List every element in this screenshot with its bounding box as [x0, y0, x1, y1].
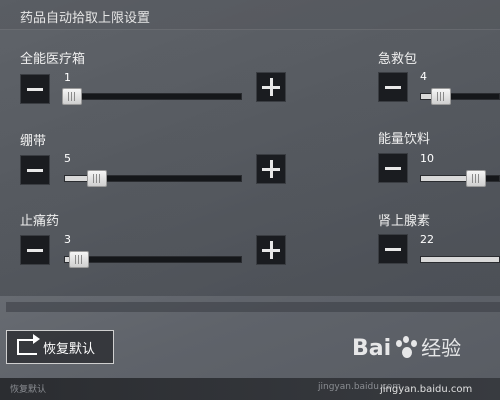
slider-thumb[interactable] — [430, 88, 451, 105]
item-value-energy-drink: 10 — [420, 152, 434, 165]
increase-button-bandage[interactable] — [256, 154, 286, 184]
item-label-first-aid-pack: 急救包 — [378, 52, 418, 67]
slider-thumb[interactable] — [69, 251, 90, 268]
minus-icon — [27, 168, 43, 172]
slider-thumb[interactable] — [465, 170, 486, 187]
baidu-watermark: Bai 经验 — [352, 332, 461, 361]
minus-icon — [27, 87, 43, 91]
watermark-logo: Bai — [352, 336, 392, 361]
decrease-button-painkiller[interactable] — [20, 235, 50, 265]
footer-left-text: 恢复默认 — [10, 385, 47, 395]
decrease-button-bandage[interactable] — [20, 155, 50, 185]
item-value-adrenaline: 22 — [420, 233, 434, 246]
plus-icon — [262, 78, 280, 96]
slider-painkiller[interactable] — [64, 251, 242, 268]
item-label-adrenaline: 肾上腺素 — [378, 214, 431, 229]
item-value-painkiller: 3 — [64, 233, 71, 246]
item-value-first-aid-pack: 4 — [420, 70, 427, 83]
watermark-url: jingyan.baidu.com — [380, 384, 473, 395]
decrease-button-energy-drink[interactable] — [378, 153, 408, 183]
slider-adrenaline[interactable] — [420, 256, 500, 263]
minus-icon — [385, 166, 401, 170]
minus-icon — [385, 247, 401, 251]
minus-icon — [27, 248, 43, 252]
watermark-text: 经验 — [421, 336, 462, 360]
panel-header: 药品自动拾取上限设置 — [0, 0, 500, 30]
reset-icon — [17, 334, 40, 355]
item-label-first-aid-kit: 全能医疗箱 — [20, 52, 86, 67]
plus-icon — [262, 241, 280, 259]
reset-default-button[interactable]: 恢复默认 — [6, 330, 114, 364]
slider-bandage[interactable] — [64, 170, 242, 187]
panel-title: 药品自动拾取上限设置 — [20, 11, 151, 26]
minus-icon — [385, 85, 401, 89]
slider-thumb[interactable] — [62, 88, 83, 105]
panel-separator — [6, 302, 500, 312]
slider-first-aid-kit[interactable] — [62, 88, 242, 105]
item-value-bandage: 5 — [64, 152, 71, 165]
increase-button-first-aid-kit[interactable] — [256, 72, 286, 102]
slider-thumb[interactable] — [86, 170, 107, 187]
plus-icon — [262, 160, 280, 178]
paw-icon — [393, 335, 419, 361]
decrease-button-first-aid-kit[interactable] — [20, 74, 50, 104]
item-label-energy-drink: 能量饮料 — [378, 132, 431, 147]
reset-default-label: 恢复默认 — [43, 341, 96, 357]
slider-energy-drink[interactable] — [420, 170, 500, 187]
increase-button-painkiller[interactable] — [256, 235, 286, 265]
slider-first-aid-pack[interactable] — [420, 88, 500, 105]
item-value-first-aid-kit: 1 — [64, 71, 71, 84]
pickup-limit-panel: 药品自动拾取上限设置 全能医疗箱 1 绷带 5 止痛药 3 急救包 4 能量饮料… — [0, 0, 500, 296]
slider-fill — [421, 257, 499, 262]
decrease-button-adrenaline[interactable] — [378, 234, 408, 264]
item-label-painkiller: 止痛药 — [20, 214, 60, 229]
decrease-button-first-aid-pack[interactable] — [378, 72, 408, 102]
item-label-bandage: 绷带 — [20, 134, 47, 149]
